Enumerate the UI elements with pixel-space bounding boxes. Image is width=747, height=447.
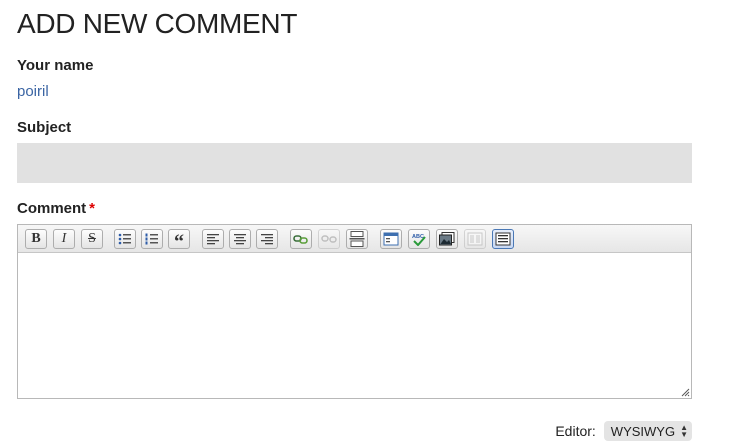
image-icon: [439, 232, 455, 246]
unlink-button[interactable]: [318, 229, 340, 249]
page-title: ADD NEW COMMENT: [17, 8, 298, 39]
templates-icon: [467, 232, 483, 246]
editor-select-value: WYSIWYG: [610, 423, 676, 439]
numbered-list-icon: [145, 233, 158, 245]
bullet-list-icon: [118, 233, 131, 245]
align-center-button[interactable]: [229, 229, 251, 249]
show-blocks-button[interactable]: [492, 229, 514, 249]
strikethrough-icon: S: [88, 231, 96, 246]
resize-handle-icon[interactable]: [680, 387, 690, 397]
editor-select[interactable]: WYSIWYG ▲ ▼: [603, 421, 692, 441]
editor-toolbar: B I S “ ABC: [18, 225, 691, 253]
editor-label: Editor:: [555, 423, 596, 439]
insert-image-button[interactable]: [436, 229, 458, 249]
comment-label: Comment *: [17, 200, 95, 217]
page-break-icon: [349, 231, 365, 247]
subject-label: Subject: [17, 119, 72, 136]
align-left-button[interactable]: [202, 229, 224, 249]
insert-link-button[interactable]: [290, 229, 312, 249]
source-icon: [383, 232, 399, 246]
comment-editor: B I S “ ABC: [17, 224, 692, 399]
bold-icon: B: [31, 231, 41, 246]
align-left-icon: [207, 234, 219, 245]
spellcheck-icon: ABC: [412, 234, 426, 246]
blockquote-button[interactable]: “: [168, 229, 190, 253]
subject-input[interactable]: [17, 143, 692, 183]
bullet-list-button[interactable]: [114, 229, 136, 249]
name-label: Your name: [17, 57, 94, 74]
username-link[interactable]: poiril: [17, 83, 49, 100]
required-marker: *: [89, 200, 96, 217]
align-right-icon: [261, 234, 273, 245]
align-center-icon: [234, 234, 246, 245]
comment-text-area[interactable]: [18, 253, 691, 398]
spellcheck-button[interactable]: ABC: [408, 229, 430, 249]
italic-icon: I: [61, 231, 67, 246]
italic-button[interactable]: I: [53, 229, 75, 249]
select-arrows-icon: ▲ ▼: [680, 423, 688, 439]
bold-button[interactable]: B: [25, 229, 47, 249]
templates-button[interactable]: [464, 229, 486, 249]
comment-label-text: Comment: [17, 200, 87, 217]
strikethrough-button[interactable]: S: [81, 229, 103, 249]
unlink-icon: [321, 235, 337, 243]
quote-icon: “: [174, 231, 184, 253]
show-blocks-icon: [495, 232, 511, 246]
link-icon: [293, 235, 308, 244]
source-button[interactable]: [380, 229, 402, 249]
editor-switcher: Editor: WYSIWYG ▲ ▼: [555, 421, 692, 441]
align-right-button[interactable]: [256, 229, 278, 249]
page-break-button[interactable]: [346, 229, 368, 249]
numbered-list-button[interactable]: [141, 229, 163, 249]
